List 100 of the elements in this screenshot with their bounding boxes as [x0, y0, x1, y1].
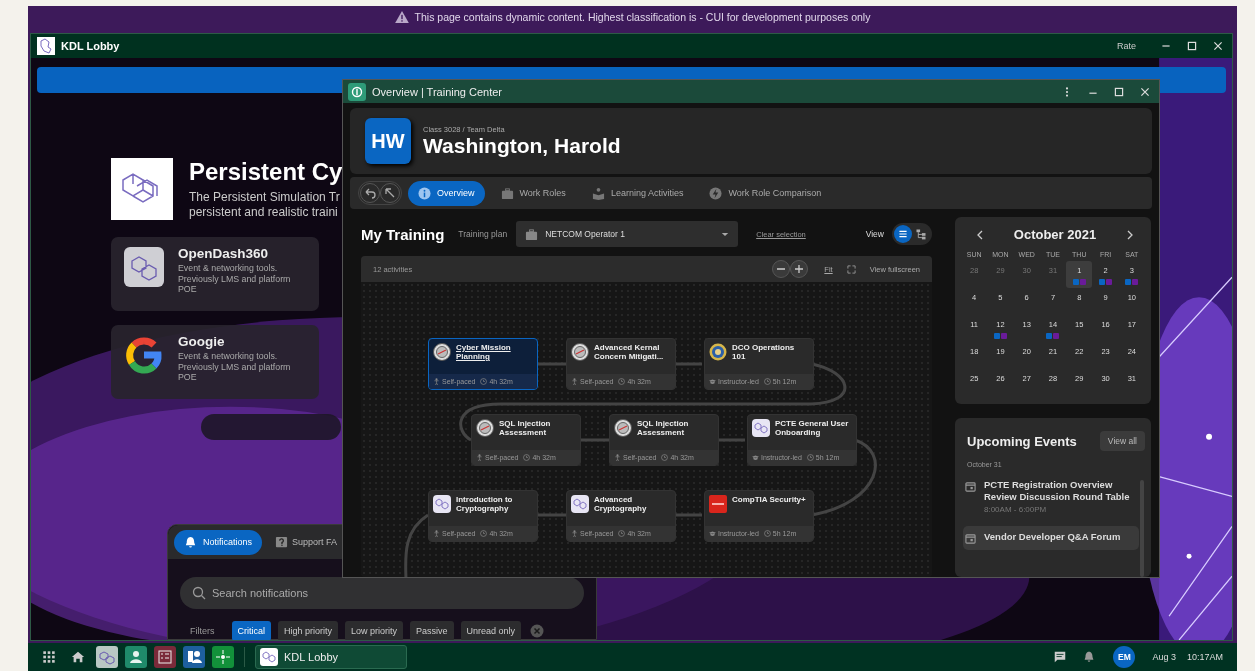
filter-chip[interactable]: High priority — [278, 621, 339, 640]
seal-icon — [433, 343, 451, 361]
hero-subtitle: The Persistent Simulation Tr — [189, 190, 341, 205]
clock-icon — [480, 378, 488, 385]
close-icon[interactable] — [1139, 85, 1151, 98]
person-icon — [571, 378, 578, 385]
clock-icon — [806, 454, 814, 461]
zoom-out-icon[interactable] — [772, 260, 791, 278]
network-icon[interactable] — [212, 646, 234, 668]
app-logo-icon — [348, 82, 366, 101]
taskbar-button[interactable]: KDL Lobby — [255, 645, 407, 669]
plan-select[interactable]: NETCOM Operator 1 — [516, 221, 739, 247]
connector-line — [676, 513, 702, 517]
filter-chip[interactable]: Low priority — [345, 621, 404, 640]
seal-icon — [614, 419, 632, 437]
event-time: 8:00AM - 6:00PM — [984, 505, 1048, 514]
connector-line — [538, 513, 566, 517]
app-card[interactable]: OpenDash360 Event & networking tools. Previously LMS and platform POE — [111, 237, 319, 311]
hero-subtitle: persistent and realistic traini — [189, 205, 339, 220]
clock-icon — [523, 454, 531, 461]
apps-grid-icon[interactable] — [42, 650, 56, 664]
app-description: Event & networking tools. Previously LMS and platform POE — [178, 263, 292, 295]
nav-tab[interactable]: Work Roles — [490, 180, 576, 206]
search-field[interactable]: Search notifications — [180, 577, 584, 609]
filter-chip[interactable]: Passive — [410, 621, 454, 640]
activity-title: PCTE General User Onboarding — [775, 419, 850, 439]
view-label: View — [865, 229, 884, 239]
chevron-left-icon[interactable] — [975, 229, 985, 240]
activity-title: Advanced Cryptography — [594, 495, 648, 515]
app-logo-icon — [37, 37, 55, 55]
clock-icon — [661, 454, 669, 461]
bolt-icon — [709, 186, 723, 200]
activity-title: SQL Injection Assessment — [499, 419, 552, 439]
certificate-logo-icon — [709, 495, 727, 513]
activity-title: CompTIA Security+ — [732, 495, 806, 506]
nav-tab[interactable]: Overview — [408, 180, 485, 206]
activity-title: Advanced Kernal Concern Mitigati... — [594, 343, 665, 363]
user-name: Washington, Harold — [423, 133, 621, 158]
calendar-icon — [965, 481, 976, 492]
activity-title: Cyber Mission Planning — [456, 343, 512, 363]
event-item[interactable]: PCTE Registration Overview Review Discussion Round Table 8:00AM - 6:00PM — [963, 474, 1139, 520]
maximize-icon[interactable] — [1186, 40, 1198, 52]
view-all-button[interactable]: View all — [1099, 431, 1145, 451]
events-title: Upcoming Events — [967, 433, 1077, 449]
mortarboard-icon — [752, 454, 759, 461]
maximize-icon[interactable] — [1113, 85, 1125, 98]
person-icon — [614, 454, 621, 461]
clock-icon — [763, 530, 771, 537]
caret-icon — [721, 231, 730, 237]
filters-label: Filters — [190, 626, 215, 636]
month-title: October 2021 — [1013, 227, 1097, 242]
cube-logo-icon — [124, 247, 164, 287]
nav-tab[interactable]: Learning Activities — [581, 180, 694, 206]
user-avatar[interactable]: EM — [1113, 646, 1136, 668]
fullscreen-icon[interactable] — [846, 264, 856, 274]
checklist-icon[interactable] — [154, 646, 176, 668]
window-title: KDL Lobby — [61, 40, 120, 52]
date-label: Aug 3 — [1152, 652, 1176, 662]
app-name: OpenDash360 — [178, 246, 270, 261]
badge-icon — [709, 343, 727, 361]
activity-title: SQL Injection Assessment — [637, 419, 690, 439]
panel-tab[interactable]: Support FA — [275, 529, 338, 555]
person-icon — [476, 454, 483, 461]
person-icon — [433, 530, 440, 537]
close-icon[interactable] — [1212, 40, 1224, 52]
event-title: PCTE Registration Overview Review Discussion Round Table — [984, 479, 1131, 502]
people-icon[interactable] — [183, 646, 205, 668]
reader-icon — [591, 186, 605, 200]
seal-icon — [476, 419, 494, 437]
chat-icon[interactable] — [1053, 650, 1068, 664]
help-icon — [275, 535, 289, 549]
search-icon — [192, 586, 206, 600]
cube-logo-icon — [571, 495, 589, 513]
person-icon[interactable] — [125, 646, 147, 668]
bell-icon — [184, 535, 197, 549]
list-view-icon[interactable] — [894, 225, 912, 243]
plan-label: Training plan — [458, 229, 508, 239]
window-title: Overview | Training Center — [372, 85, 503, 98]
clear-icon[interactable] — [530, 624, 545, 638]
cube-logo-icon — [111, 158, 173, 220]
rate-link[interactable]: Rate — [1117, 41, 1136, 51]
calendar-icon — [965, 533, 976, 544]
connector-line — [404, 513, 429, 577]
info-icon — [418, 186, 431, 200]
panel-tab[interactable]: Notifications — [174, 529, 263, 555]
cube-logo-icon — [260, 648, 278, 666]
event-title: Vendor Developer Q&A Forum — [984, 531, 1121, 543]
nav-tab[interactable]: Work Role Comparison — [699, 180, 832, 206]
zoom-in-icon[interactable] — [790, 260, 809, 278]
activity-title: DCO Operations 101 — [732, 343, 796, 363]
filter-chip[interactable]: Critical — [231, 621, 271, 640]
chevron-right-icon[interactable] — [1125, 229, 1135, 240]
app-card[interactable]: Googie Event & networking tools. Previously LMS and platform POE — [111, 325, 319, 399]
event-item[interactable]: Vendor Developer Q&A Forum — [963, 526, 1139, 550]
clock-icon — [480, 530, 488, 537]
hero-title: Persistent Cy — [189, 158, 343, 186]
g-logo-icon — [124, 335, 164, 375]
home-icon[interactable] — [71, 650, 85, 664]
time-label: 10:17AM — [1186, 652, 1223, 662]
filter-chip[interactable]: Unread only — [460, 621, 522, 640]
